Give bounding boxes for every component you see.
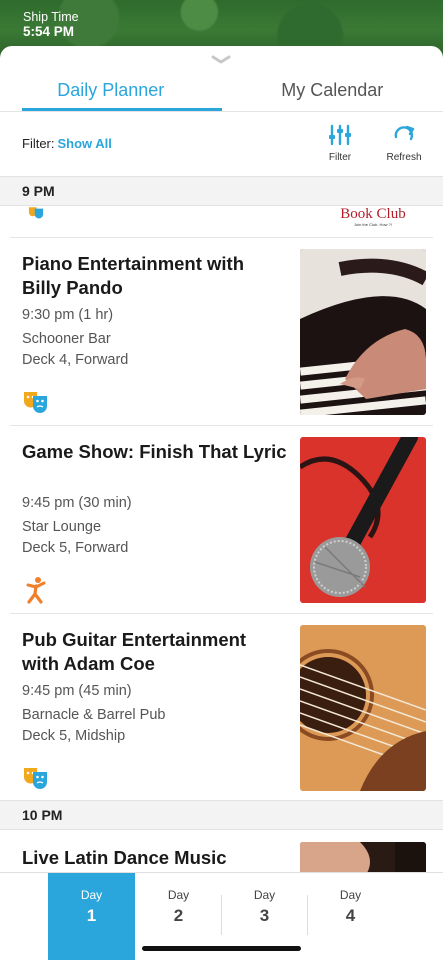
event-venue: Star Lounge bbox=[22, 519, 102, 535]
day-number: 2 bbox=[173, 906, 184, 925]
tab-daily-planner[interactable]: Daily Planner bbox=[0, 72, 222, 111]
ship-time: Ship Time 5:54 PM bbox=[23, 10, 79, 40]
chevron-down-icon[interactable] bbox=[210, 54, 232, 66]
event-title: Live Latin Dance Music bbox=[22, 847, 227, 868]
event-title: Pub Guitar Entertainment with Adam Coe bbox=[22, 629, 247, 674]
theater-masks-icon bbox=[24, 392, 47, 413]
day-label: Day bbox=[253, 888, 276, 902]
filter-value-link[interactable]: Show All bbox=[58, 136, 112, 151]
event-time: 9:30 pm (1 hr) bbox=[22, 307, 114, 323]
event-card-pub-guitar[interactable]: Pub Guitar Entertainment with Adam Coe 9… bbox=[10, 613, 433, 801]
ship-time-value: 5:54 PM bbox=[23, 24, 75, 39]
event-location: Deck 5, Midship bbox=[22, 728, 126, 744]
activity-person-icon bbox=[26, 577, 46, 604]
piano-image bbox=[300, 249, 426, 415]
event-title: Game Show: Finish That Lyric bbox=[22, 441, 287, 462]
microphone-image bbox=[300, 437, 426, 603]
ship-time-label: Ship Time bbox=[23, 10, 79, 24]
event-time: 9:45 pm (30 min) bbox=[22, 495, 132, 511]
day-number: 3 bbox=[259, 906, 270, 925]
day-tab-1[interactable]: Day 1 bbox=[48, 873, 135, 960]
day-number: 4 bbox=[345, 906, 356, 925]
home-indicator bbox=[142, 946, 301, 951]
event-venue: Schooner Bar bbox=[22, 331, 111, 347]
day-tab-4[interactable]: Day 4 bbox=[307, 873, 394, 960]
event-location: Deck 4, Forward bbox=[22, 352, 129, 368]
guitar-image bbox=[300, 625, 426, 791]
event-card-game-show[interactable]: Game Show: Finish That Lyric 9:45 pm (30… bbox=[10, 425, 433, 613]
refresh-button[interactable]: Refresh bbox=[374, 124, 434, 163]
event-venue: Barnacle & Barrel Pub bbox=[22, 707, 166, 723]
sliders-icon bbox=[329, 124, 351, 146]
refresh-button-label: Refresh bbox=[386, 152, 422, 163]
event-card-piano[interactable]: Piano Entertainment with Billy Pando 9:3… bbox=[10, 237, 433, 425]
event-location: Deck 5, Forward bbox=[22, 540, 129, 556]
event-title: Piano Entertainment with Billy Pando bbox=[22, 253, 245, 298]
event-time: 9:45 pm (45 min) bbox=[22, 683, 132, 699]
theater-masks-icon bbox=[24, 768, 47, 789]
filter-bar: Filter: Show All Filter Refresh bbox=[0, 112, 443, 176]
tab-my-calendar[interactable]: My Calendar bbox=[222, 72, 443, 111]
book-club-title: Book Club bbox=[340, 206, 406, 222]
filter-label: Filter: bbox=[22, 136, 55, 151]
day-number: 1 bbox=[86, 906, 97, 925]
book-club-subtitle: Join the Club. How ?! bbox=[353, 222, 393, 227]
refresh-icon bbox=[394, 125, 415, 141]
tab-bar: Daily Planner My Calendar bbox=[0, 72, 443, 112]
planner-sheet: Daily Planner My Calendar Filter: Show Al… bbox=[0, 46, 443, 960]
day-label: Day bbox=[167, 888, 190, 902]
section-header-9pm: 9 PM bbox=[0, 176, 443, 206]
book-club-thumbnail: Book Club Join the Club. How ?! bbox=[310, 206, 436, 232]
day-label: Day bbox=[339, 888, 362, 902]
filter-status: Filter: Show All bbox=[22, 136, 112, 151]
section-header-10pm: 10 PM bbox=[0, 800, 443, 830]
filter-button[interactable]: Filter bbox=[310, 124, 370, 163]
list-item-partial[interactable]: Book Club Join the Club. How ?! bbox=[10, 206, 433, 238]
day-label: Day bbox=[80, 888, 103, 902]
filter-button-label: Filter bbox=[328, 152, 352, 163]
active-tab-indicator bbox=[22, 108, 222, 111]
theater-masks-icon bbox=[28, 207, 44, 219]
